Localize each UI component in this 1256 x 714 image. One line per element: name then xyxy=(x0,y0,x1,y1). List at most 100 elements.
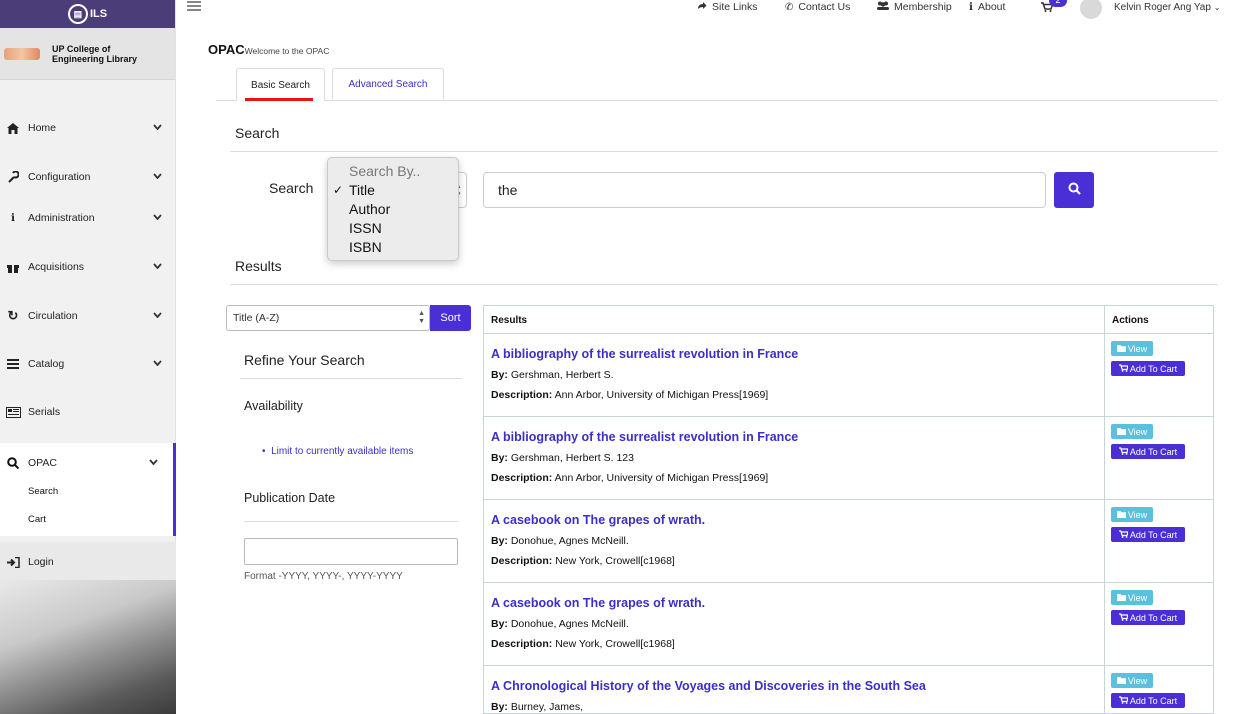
dropdown-option-title[interactable]: Title xyxy=(349,181,375,200)
phone-icon: ✆ xyxy=(785,1,794,13)
by-label: By: xyxy=(491,452,508,464)
view-label: View xyxy=(1127,426,1148,437)
result-title-link[interactable]: A casebook on The grapes of wrath. xyxy=(491,513,705,527)
view-button[interactable]: View xyxy=(1111,507,1153,522)
description-label: Description: xyxy=(491,555,553,567)
refresh-icon: ↻ xyxy=(7,308,19,323)
result-title-link[interactable]: A Chronological History of the Voyages a… xyxy=(491,679,926,693)
add-to-cart-button[interactable]: Add To Cart xyxy=(1111,693,1185,708)
sign-in-icon xyxy=(5,556,21,568)
search-icon xyxy=(1068,182,1081,198)
user-name: Kelvin Roger Ang Yap xyxy=(1114,2,1211,13)
sort-button[interactable]: Sort xyxy=(430,305,471,331)
dropdown-option-author[interactable]: Author xyxy=(349,200,390,219)
membership-label: Membership xyxy=(894,1,952,13)
page-title: OPACWelcome to the OPAC xyxy=(208,42,329,57)
newspaper-icon xyxy=(5,406,21,418)
add-to-cart-button[interactable]: Add To Cart xyxy=(1111,527,1185,542)
about-link[interactable]: i About xyxy=(969,1,1005,13)
search-input[interactable]: the xyxy=(483,172,1046,208)
limit-available-link[interactable]: • Limit to currently available items xyxy=(262,446,413,457)
membership-link[interactable]: Membership xyxy=(877,1,952,13)
availability-heading: Availability xyxy=(244,399,303,413)
sidebar-item-serials[interactable]: Serials xyxy=(0,392,176,432)
college-header: UP College of Engineering Library xyxy=(0,28,175,80)
info-icon: i xyxy=(969,1,973,13)
tab-advanced-search[interactable]: Advanced Search xyxy=(332,68,444,99)
sort-value: Title (A-Z) xyxy=(233,312,280,324)
folder-icon xyxy=(1116,593,1126,603)
view-button[interactable]: View xyxy=(1111,341,1153,356)
divider xyxy=(230,284,1218,285)
result-title-link[interactable]: A bibliography of the surrealist revolut… xyxy=(491,347,798,361)
sidebar-item-acquisitions[interactable]: Acquisitions xyxy=(0,247,176,287)
sidebar-item-configuration[interactable]: Configuration xyxy=(0,157,176,197)
chevron-down-icon xyxy=(153,170,162,182)
add-to-cart-label: Add To Cart xyxy=(1129,529,1178,540)
author-value: Donohue, Agnes McNeill. xyxy=(510,618,629,630)
page-title-text: OPAC xyxy=(208,42,245,57)
view-button[interactable]: View xyxy=(1111,424,1153,439)
sidebar-subitem-search[interactable]: Search xyxy=(28,486,58,497)
contact-us-link[interactable]: ✆ Contact Us xyxy=(785,1,850,13)
result-author: By: Burney, James, xyxy=(491,701,583,713)
ils-logo[interactable]: ▤ ILS xyxy=(67,4,107,24)
column-header-actions: Actions xyxy=(1112,315,1149,326)
publication-date-help: Format -YYYY, YYYY-, YYYY-YYYY xyxy=(244,571,403,582)
search-button[interactable] xyxy=(1054,172,1094,208)
by-label: By: xyxy=(491,618,508,630)
description-value: Ann Arbor, University of Michigan Press[… xyxy=(554,389,769,401)
library-photo xyxy=(0,580,176,714)
by-label: By: xyxy=(491,535,508,547)
site-links-link[interactable]: Site Links xyxy=(697,1,758,13)
sidebar-item-label: Catalog xyxy=(28,358,65,370)
refine-heading: Refine Your Search xyxy=(244,352,365,368)
description-label: Description: xyxy=(491,472,553,484)
sidebar-item-home[interactable]: Home xyxy=(0,108,176,148)
view-button[interactable]: View xyxy=(1111,590,1153,605)
dropdown-option-isbn[interactable]: ISBN xyxy=(349,238,382,257)
add-to-cart-label: Add To Cart xyxy=(1129,363,1178,374)
chevron-down-icon xyxy=(153,121,162,133)
dropdown-option-issn[interactable]: ISSN xyxy=(349,219,382,238)
result-author: By: Gershman, Herbert S. xyxy=(491,369,614,381)
site-links-label: Site Links xyxy=(712,1,758,13)
table-row: A Chronological History of the Voyages a… xyxy=(484,665,1213,713)
folder-icon xyxy=(1116,676,1126,686)
sidebar-item-administration[interactable]: i Administration xyxy=(0,198,176,238)
sort-select[interactable]: Title (A-Z) ▲ ▼ xyxy=(226,305,430,331)
add-to-cart-button[interactable]: Add To Cart xyxy=(1111,444,1185,459)
results-section-heading: Results xyxy=(235,258,282,274)
divider xyxy=(230,151,1218,152)
add-to-cart-button[interactable]: Add To Cart xyxy=(1111,361,1185,376)
add-to-cart-label: Add To Cart xyxy=(1129,695,1178,706)
sidebar-item-label: OPAC xyxy=(28,457,57,469)
table-row: A casebook on The grapes of wrath. By: Do… xyxy=(484,582,1213,665)
sidebar-item-login[interactable]: Login xyxy=(0,542,176,582)
brand-bar: ▤ ILS xyxy=(0,0,175,28)
sidebar-subitem-cart[interactable]: Cart xyxy=(28,514,46,525)
description-label: Description: xyxy=(491,389,553,401)
user-menu[interactable]: Kelvin Roger Ang Yap ⌄ xyxy=(1114,2,1220,13)
limit-available-label: Limit to currently available items xyxy=(271,446,414,457)
publication-date-input[interactable] xyxy=(244,538,458,565)
sidebar-item-opac[interactable]: OPAC xyxy=(0,443,173,483)
tab-basic-search[interactable]: Basic Search xyxy=(236,68,325,101)
result-title-link[interactable]: A casebook on The grapes of wrath. xyxy=(491,596,705,610)
sidebar-item-catalog[interactable]: Catalog xyxy=(0,344,176,384)
hamburger-menu-icon[interactable] xyxy=(187,0,201,15)
search-label: Search xyxy=(269,180,314,196)
sidebar-item-label: Serials xyxy=(28,406,61,418)
add-to-cart-button[interactable]: Add To Cart xyxy=(1111,610,1185,625)
description-value: New York, Crowell[c1968] xyxy=(555,555,675,567)
result-title-link[interactable]: A bibliography of the surrealist revolut… xyxy=(491,430,798,444)
by-label: By: xyxy=(491,701,508,713)
info-icon: i xyxy=(11,212,15,224)
view-button[interactable]: View xyxy=(1111,673,1153,688)
sidebar-item-label: Administration xyxy=(28,212,95,224)
description-label: Description: xyxy=(491,638,553,650)
search-by-dropdown: Search By.. ✓ Title Author ISSN ISBN xyxy=(327,157,459,261)
chevron-down-icon xyxy=(149,456,158,468)
tab-label: Basic Search xyxy=(251,79,310,91)
sidebar-item-circulation[interactable]: ↻ Circulation xyxy=(0,296,176,336)
